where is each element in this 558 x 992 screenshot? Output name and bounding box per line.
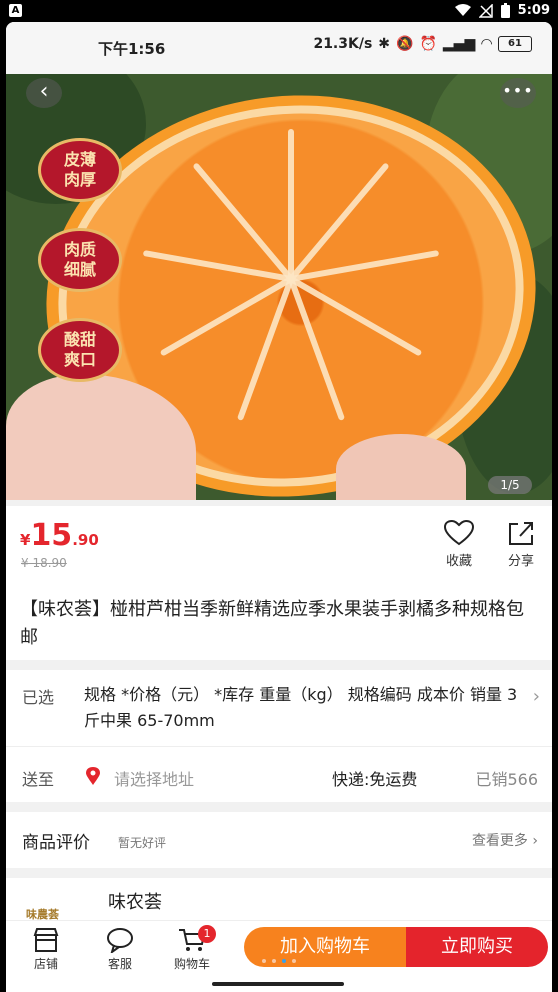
chat-icon xyxy=(107,928,133,953)
review-card[interactable]: 商品评价 暂无好评 查看更多 › xyxy=(6,812,552,868)
chevron-right-icon: › xyxy=(532,686,540,707)
feature-badge: 肉质细腻 xyxy=(38,228,122,292)
selected-label: 已选 xyxy=(22,688,55,707)
favorite-button[interactable]: 收藏 xyxy=(434,520,484,569)
no-signal-icon xyxy=(478,3,493,18)
system-time: 5:09 xyxy=(517,3,550,18)
buy-now-button[interactable]: 立即购买 xyxy=(406,927,548,967)
sold-count: 已销566 xyxy=(475,770,538,789)
cart-count-badge: 1 xyxy=(198,925,216,943)
product-title: 【味农荟】椪柑芦柑当季新鲜精选应季水果装手剥橘多种规格包邮 xyxy=(20,599,524,648)
shipping-info: 快递:免运费 xyxy=(332,770,418,789)
address-selector[interactable]: 请选择地址 xyxy=(114,766,194,790)
share-button[interactable]: 分享 xyxy=(496,520,546,569)
image-counter: 1/5 xyxy=(488,476,532,494)
ship-to-label: 送至 xyxy=(22,770,55,789)
original-price: ¥ 18.90 xyxy=(21,556,67,570)
share-icon xyxy=(509,522,533,545)
selected-spec: 规格 *价格（元） *库存 重量（kg） 规格编码 成本价 销量 3斤中果 65… xyxy=(84,685,518,730)
spec-card[interactable]: 已选 规格 *价格（元） *库存 重量（kg） 规格编码 成本价 销量 3斤中果… xyxy=(6,670,552,802)
page-dots xyxy=(262,959,296,963)
home-indicator[interactable] xyxy=(212,982,344,986)
mute-icon: 🔕 xyxy=(396,36,414,52)
view-more-link[interactable]: 查看更多 › xyxy=(472,830,538,850)
network-speed: 21.3K/s xyxy=(313,36,373,52)
tab-store[interactable]: 店铺 xyxy=(16,927,76,972)
system-status-bar: A 5:09 xyxy=(0,0,558,22)
divider xyxy=(6,746,552,747)
wifi-icon xyxy=(454,4,471,16)
inner-time: 下午1:56 xyxy=(98,40,166,58)
product-page: 下午1:56 21.3K/s ✱ 🔕 ⏰ ▂▄▆ ◠ 61 皮薄肉厚 肉质细腻 xyxy=(6,22,552,992)
signal-icon: ▂▄▆ xyxy=(442,36,476,52)
current-price: ¥15.90 xyxy=(20,518,99,553)
tab-cart[interactable]: 购物车 1 xyxy=(162,925,222,972)
bluetooth-icon: ✱ xyxy=(378,36,391,52)
product-image[interactable]: 皮薄肉厚 肉质细腻 酸甜爽口 xyxy=(6,74,552,500)
chevron-left-icon: ‹ xyxy=(39,79,49,104)
shop-name: 味农荟 xyxy=(108,892,162,913)
more-dots-icon: ••• xyxy=(502,81,534,100)
app-indicator-icon: A xyxy=(9,4,22,17)
wifi-icon: ◠ xyxy=(481,36,492,52)
tab-customer-service[interactable]: 客服 xyxy=(90,927,150,972)
review-title: 商品评价 xyxy=(22,833,90,853)
inner-status-bar: 下午1:56 21.3K/s ✱ 🔕 ⏰ ▂▄▆ ◠ 61 xyxy=(6,22,552,74)
battery-icon xyxy=(500,3,510,18)
feature-badge: 皮薄肉厚 xyxy=(38,138,122,202)
chevron-right-icon: › xyxy=(532,833,538,849)
review-subtitle: 暂无好评 xyxy=(118,836,167,850)
feature-badge: 酸甜爽口 xyxy=(38,318,122,382)
store-icon xyxy=(33,928,59,952)
alarm-icon: ⏰ xyxy=(419,36,437,52)
more-button[interactable]: ••• xyxy=(500,78,536,108)
battery-level: 61 xyxy=(498,36,532,52)
back-button[interactable]: ‹ xyxy=(26,78,62,108)
price-card: ¥15.90 ¥ 18.90 收藏 分享 【味农荟】椪柑芦柑当季新鲜精选应季水果… xyxy=(6,506,552,660)
location-pin-icon xyxy=(86,767,100,785)
heart-icon xyxy=(444,520,474,546)
